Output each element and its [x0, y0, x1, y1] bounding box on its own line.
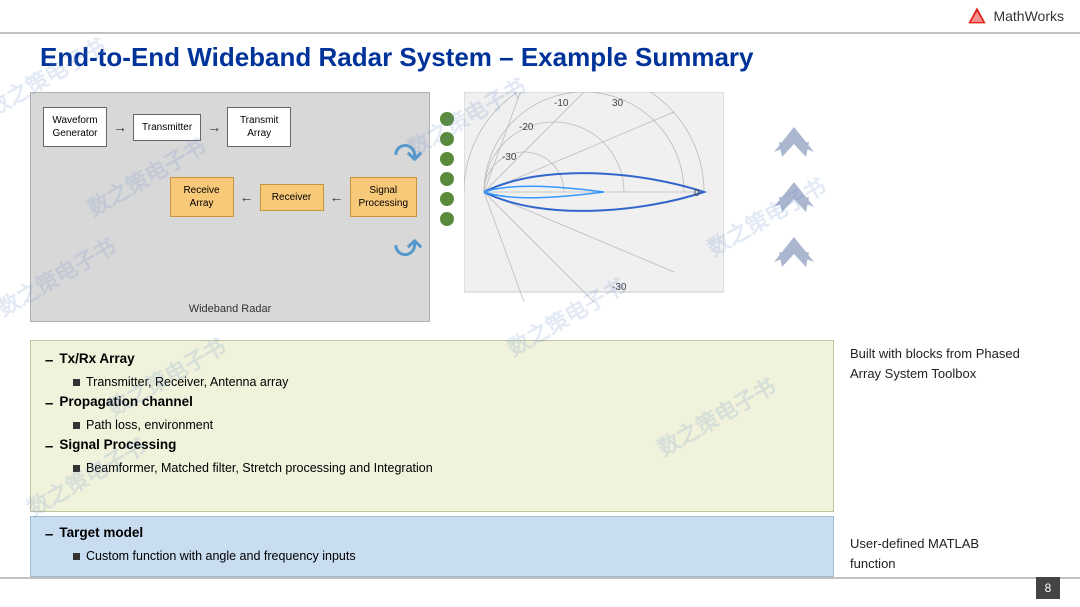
top-divider	[0, 32, 1080, 34]
top-bar: MathWorks	[880, 0, 1080, 32]
polar-label-neg20: -20	[519, 122, 534, 133]
dash-3: –	[45, 438, 53, 455]
bullet-item-prop: – Propagation channel	[45, 394, 819, 412]
transmitter-block: Transmitter	[133, 114, 201, 141]
curved-arrow-right: ↷	[393, 135, 423, 177]
aircraft-icon-1	[764, 122, 824, 167]
receive-array-block: ReceiveArray	[170, 177, 234, 217]
green-dot-1	[440, 112, 454, 126]
block-diagram: WaveformGenerator → Transmitter → Transm…	[30, 92, 430, 322]
sub-item-prop: Path loss, environment	[73, 418, 819, 432]
arrow-1: →	[113, 119, 127, 135]
green-dot-2	[440, 132, 454, 146]
polar-label-neg30-bottom: -30	[612, 282, 627, 293]
signal-processing-block: SignalProcessing	[350, 177, 417, 217]
polar-label-neg10: -10	[554, 98, 569, 109]
right-text-top-content: Built with blocks from PhasedArray Syste…	[850, 346, 1020, 381]
top-section: WaveformGenerator → Transmitter → Transm…	[30, 92, 1050, 332]
curved-arrow-left: ↷	[393, 223, 423, 265]
arrow-3: ←	[330, 189, 344, 205]
list-area: – Tx/Rx Array Transmitter, Receiver, Ant…	[30, 340, 834, 577]
sub-text-prop: Path loss, environment	[86, 418, 213, 432]
bullet-list-box: – Tx/Rx Array Transmitter, Receiver, Ant…	[30, 340, 834, 512]
sigproc-label: Signal Processing	[59, 437, 176, 452]
polar-label-0: 0	[694, 188, 700, 199]
bottom-section: – Tx/Rx Array Transmitter, Receiver, Ant…	[30, 340, 1050, 577]
bullet-item-sigproc: – Signal Processing	[45, 437, 819, 455]
main-content: WaveformGenerator → Transmitter → Transm…	[30, 92, 1050, 577]
receiver-block: Receiver	[260, 184, 324, 211]
page-number: 8	[1036, 577, 1060, 599]
prop-label: Propagation channel	[59, 394, 193, 409]
target-model-box: – Target model Custom function with angl…	[30, 516, 834, 577]
green-dot-6	[440, 212, 454, 226]
dash-1: –	[45, 352, 53, 369]
right-text-top: Built with blocks from PhasedArray Syste…	[850, 344, 1050, 383]
polar-chart-svg: -10 30 -20 -30 0 -30	[464, 92, 724, 302]
sub-text-txrx: Transmitter, Receiver, Antenna array	[86, 375, 288, 389]
arrow-2: →	[207, 119, 221, 135]
bullet-sq-2	[73, 422, 80, 429]
diagram-label: Wideband Radar	[189, 303, 272, 315]
polar-chart: -10 30 -20 -30 0 -30	[464, 92, 744, 312]
target-dash: –	[45, 526, 53, 543]
green-dot-5	[440, 192, 454, 206]
mathworks-logo-text: MathWorks	[993, 8, 1064, 24]
mathworks-logo: MathWorks	[967, 6, 1064, 26]
right-text-bottom-content: User-defined MATLABfunction	[850, 536, 979, 571]
aircraft-icon-2	[764, 177, 824, 222]
aircraft-area	[764, 122, 824, 277]
target-model-title: – Target model	[45, 525, 819, 543]
right-text-bottom: User-defined MATLABfunction	[850, 534, 1050, 573]
target-model-sub: Custom function with angle and frequency…	[73, 549, 819, 563]
txrx-label: Tx/Rx Array	[59, 351, 134, 366]
green-dot-4	[440, 172, 454, 186]
sub-item-sigproc: Beamformer, Matched filter, Stretch proc…	[73, 461, 819, 475]
bullet-item-txrx: – Tx/Rx Array	[45, 351, 819, 369]
target-model-sub-text: Custom function with angle and frequency…	[86, 549, 356, 563]
dash-2: –	[45, 395, 53, 412]
green-dots-column	[440, 112, 454, 226]
target-model-label: Target model	[59, 525, 143, 540]
transmit-array-block: TransmitArray	[227, 107, 291, 147]
diagram-row-1: WaveformGenerator → Transmitter → Transm…	[43, 107, 417, 147]
aircraft-icon-3	[764, 232, 824, 277]
polar-label-pos30: 30	[612, 98, 624, 109]
sub-text-sigproc: Beamformer, Matched filter, Stretch proc…	[86, 461, 433, 475]
bullet-sq-3	[73, 465, 80, 472]
right-text-area: Built with blocks from PhasedArray Syste…	[850, 340, 1050, 577]
page-title: End-to-End Wideband Radar System – Examp…	[40, 42, 754, 73]
bullet-sq-target	[73, 553, 80, 560]
green-dot-3	[440, 152, 454, 166]
bottom-divider	[0, 577, 1080, 579]
mathworks-logo-icon	[967, 6, 987, 26]
waveform-generator-block: WaveformGenerator	[43, 107, 107, 147]
diagram-row-2: SignalProcessing ← Receiver ← ReceiveArr…	[43, 177, 417, 217]
arrow-4: ←	[240, 189, 254, 205]
polar-label-neg30: -30	[502, 152, 517, 163]
bullet-sq-1	[73, 379, 80, 386]
sub-item-txrx: Transmitter, Receiver, Antenna array	[73, 375, 819, 389]
